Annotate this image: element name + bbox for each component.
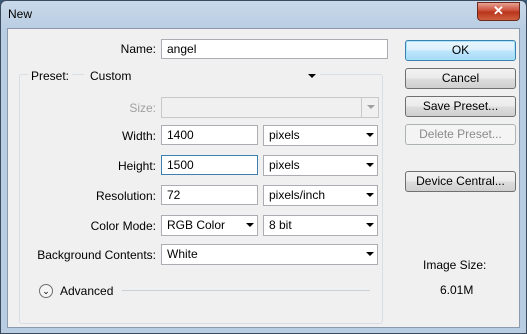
delete-preset-button: Delete Preset...: [405, 124, 516, 145]
close-button[interactable]: ✕: [477, 2, 520, 21]
close-icon: ✕: [493, 3, 504, 18]
color-mode-select[interactable]: RGB Color: [161, 215, 258, 236]
image-size-value: 6.01M: [440, 283, 474, 297]
chevron-down-icon: [366, 133, 374, 137]
chevron-down-icon: [366, 223, 374, 227]
resolution-unit-value: pixels/inch: [269, 188, 326, 202]
chevron-down-icon: [308, 74, 316, 78]
advanced-label[interactable]: Advanced: [60, 284, 113, 298]
dialog-body: Name: angel Preset: Custom Size: Width: …: [7, 28, 520, 328]
dialog-title: New: [8, 7, 33, 21]
chevron-down-icon: [366, 252, 374, 256]
size-select: [161, 97, 379, 118]
color-mode-value: RGB Color: [167, 218, 226, 232]
preset-label: Preset:: [28, 69, 73, 83]
height-label: Height:: [117, 159, 156, 173]
device-central-button[interactable]: Device Central...: [405, 171, 516, 192]
color-mode-label: Color Mode:: [90, 219, 156, 233]
title-bar[interactable]: New ✕: [1, 1, 526, 27]
cancel-button[interactable]: Cancel: [405, 68, 516, 89]
ok-button[interactable]: OK: [405, 40, 516, 61]
background-contents-label: Background Contents:: [37, 248, 156, 262]
new-document-dialog: New ✕ Name: angel Preset: Custom Size: W…: [0, 0, 527, 334]
chevron-down-icon: [246, 223, 254, 227]
chevron-down-icon: [367, 105, 375, 109]
chevron-down-icon: [366, 193, 374, 197]
image-size-label: Image Size:: [423, 258, 487, 272]
name-input[interactable]: angel: [161, 39, 388, 59]
size-label: Size:: [129, 101, 156, 115]
resolution-input[interactable]: 72: [161, 185, 258, 205]
advanced-divider: [122, 290, 370, 291]
save-preset-button[interactable]: Save Preset...: [405, 96, 516, 117]
preset-value: Custom: [90, 69, 132, 83]
height-unit-value: pixels: [269, 158, 300, 172]
resolution-unit-select[interactable]: pixels/inch: [263, 185, 378, 206]
background-contents-value: White: [167, 247, 198, 261]
bit-depth-select[interactable]: 8 bit: [263, 215, 378, 236]
width-unit-select[interactable]: pixels: [263, 125, 378, 146]
width-unit-value: pixels: [269, 128, 300, 142]
chevron-double-down-icon[interactable]: ⌄: [39, 284, 53, 298]
width-input[interactable]: 1400: [161, 125, 258, 145]
background-contents-select[interactable]: White: [161, 244, 378, 265]
chevron-down-icon: [366, 163, 374, 167]
bit-depth-value: 8 bit: [269, 218, 292, 232]
width-label: Width:: [121, 129, 156, 143]
height-input[interactable]: 1500: [161, 155, 258, 175]
resolution-label: Resolution:: [95, 189, 156, 203]
height-unit-select[interactable]: pixels: [263, 155, 378, 176]
preset-select[interactable]: Custom: [84, 66, 320, 87]
name-label: Name:: [120, 42, 156, 56]
